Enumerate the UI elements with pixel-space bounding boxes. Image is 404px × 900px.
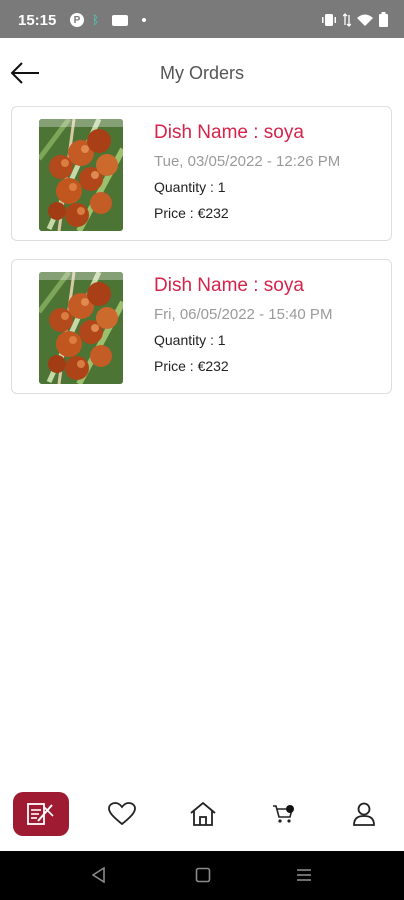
order-info: Dish Name : soya Fri, 06/05/2022 - 15:40… xyxy=(154,274,389,376)
recents-lines-icon xyxy=(297,869,311,881)
status-left-icons: P ᛒ xyxy=(70,13,146,27)
nav-home[interactable] xyxy=(175,792,231,836)
orders-icon xyxy=(27,803,54,825)
cart-badge-dot xyxy=(286,805,294,813)
order-quantity: Quantity : 1 xyxy=(154,179,226,195)
wifi-icon xyxy=(357,14,373,26)
order-date: Tue, 03/05/2022 - 12:26 PM xyxy=(154,153,341,170)
status-bar: 15:15 P ᛒ xyxy=(0,0,404,38)
dish-image xyxy=(39,119,123,231)
nav-profile[interactable] xyxy=(336,792,392,836)
dish-image xyxy=(39,272,123,384)
dish-name: Dish Name : soya xyxy=(154,275,304,296)
my-orders-screen: 15:15 P ᛒ My Orders Dish Name: soya Tue… xyxy=(0,0,404,900)
nav-favorites[interactable] xyxy=(94,792,150,836)
vibrate-icon xyxy=(322,13,336,26)
order-price: Price : €232 xyxy=(154,358,229,374)
order-date: Fri, 06/05/2022 - 15:40 PM xyxy=(154,306,333,323)
user-icon xyxy=(353,802,375,826)
home-square-icon xyxy=(195,867,211,883)
home-icon xyxy=(190,801,216,826)
order-price: Price : €232 xyxy=(154,205,229,221)
nav-cart[interactable] xyxy=(255,792,311,836)
dish-name: Dish Name : soya xyxy=(154,122,304,143)
status-time: 15:15 xyxy=(18,12,57,29)
order-card[interactable]: Dish Name : soya Tue, 03/05/2022 - 12:26… xyxy=(11,106,392,241)
p-circle-icon: P xyxy=(70,13,84,27)
page-title: My Orders xyxy=(159,63,244,83)
order-info: Dish Name : soya Tue, 03/05/2022 - 12:26… xyxy=(154,121,389,223)
system-navigation-bar xyxy=(0,851,404,900)
notification-box-icon xyxy=(112,14,128,26)
shrimp-skewer-image xyxy=(39,272,123,384)
back-triangle-icon xyxy=(91,866,105,884)
dot-icon xyxy=(142,18,146,22)
orders-list: Dish Name : soya Tue, 03/05/2022 - 12:26… xyxy=(11,106,394,412)
order-quantity: Quantity : 1 xyxy=(154,332,226,348)
header: My Orders xyxy=(0,38,404,108)
heart-icon xyxy=(108,802,136,826)
system-recents-button[interactable] xyxy=(296,867,312,888)
system-back-button[interactable] xyxy=(91,866,106,888)
shrimp-skewer-image xyxy=(39,119,123,231)
status-right-icons xyxy=(321,12,388,27)
data-arrows-icon xyxy=(343,12,351,27)
bluetooth-icon: ᛒ xyxy=(92,13,100,27)
system-home-button[interactable] xyxy=(195,867,211,888)
bottom-navigation xyxy=(0,788,404,850)
order-card[interactable]: Dish Name : soya Fri, 06/05/2022 - 15:40… xyxy=(11,259,392,394)
battery-icon xyxy=(379,12,388,27)
nav-orders[interactable] xyxy=(13,792,69,836)
